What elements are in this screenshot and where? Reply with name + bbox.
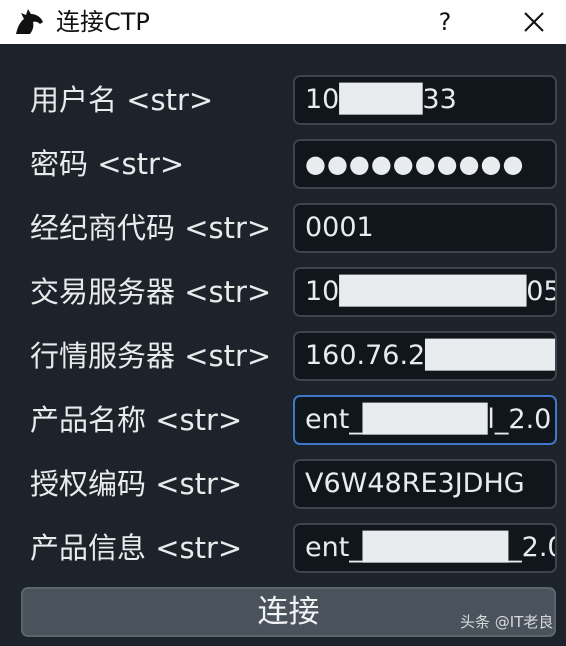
form-row-broker-code: 经纪商代码 <str> 0001	[0, 200, 566, 256]
close-button[interactable]	[512, 4, 556, 40]
product-name-input[interactable]: ent_██████l_2.0	[293, 395, 557, 445]
close-icon	[524, 12, 544, 32]
password-input[interactable]: ●●●●●●●●●●	[293, 139, 557, 189]
market-server-input[interactable]: 160.76.2███████	[293, 331, 557, 381]
form-row-product-name: 产品名称 <str> ent_██████l_2.0	[0, 392, 566, 448]
form-row-auth-code: 授权编码 <str> V6W48RE3JDHG	[0, 456, 566, 512]
auth-code-label: 授权编码 <str>	[30, 467, 243, 501]
form-row-password: 密码 <str> ●●●●●●●●●●	[0, 136, 566, 192]
broker-code-label: 经纪商代码 <str>	[30, 211, 272, 245]
trade-server-input[interactable]: 10█████████05	[293, 267, 557, 317]
form-row-username: 用户名 <str> 10████33	[0, 72, 566, 128]
window-title: 连接CTP	[56, 8, 150, 36]
market-server-label: 行情服务器 <str>	[30, 339, 272, 373]
broker-code-input[interactable]: 0001	[293, 203, 557, 253]
trade-server-label: 交易服务器 <str>	[30, 275, 272, 309]
form-row-trade-server: 交易服务器 <str> 10█████████05	[0, 264, 566, 320]
password-label: 密码 <str>	[30, 147, 185, 181]
form-row-market-server: 行情服务器 <str> 160.76.2███████	[0, 328, 566, 384]
horse-head-icon	[16, 9, 43, 34]
title-bar: 连接CTP ?	[0, 0, 566, 44]
help-button[interactable]: ?	[428, 4, 462, 40]
username-input[interactable]: 10████33	[293, 75, 557, 125]
product-info-input[interactable]: ent_███████_2.0	[293, 523, 557, 573]
product-info-label: 产品信息 <str>	[30, 531, 243, 565]
auth-code-input[interactable]: V6W48RE3JDHG	[293, 459, 557, 509]
username-label: 用户名 <str>	[30, 83, 214, 117]
watermark: 头条 @IT老良	[460, 613, 554, 631]
product-name-label: 产品名称 <str>	[30, 403, 243, 437]
form-row-product-info: 产品信息 <str> ent_███████_2.0	[0, 520, 566, 576]
